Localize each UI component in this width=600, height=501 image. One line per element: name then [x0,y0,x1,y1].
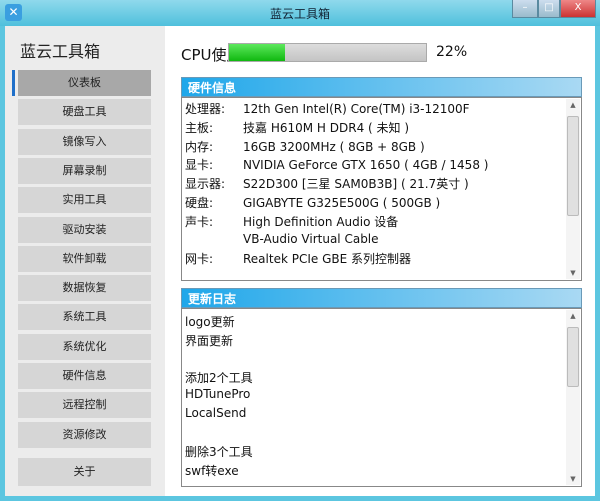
sidebar-item[interactable]: 数据恢复 [18,275,151,302]
hardware-row: 网卡: Realtek PCIe GBE 系列控制器 [185,250,411,267]
hardware-value: Realtek PCIe GBE 系列控制器 [243,252,412,267]
sidebar-item[interactable]: 仪表板 [18,70,151,96]
sidebar-item[interactable]: 驱动安装 [18,216,151,243]
hardware-value: S22D300 [三星 SAM0B3B] ( 21.7英寸 ) [243,177,469,192]
sidebar-item[interactable]: 屏幕录制 [18,157,151,184]
changelog-header: 更新日志 [181,288,582,308]
minimize-button[interactable]: – [512,0,538,18]
hardware-value: 技嘉 H610M H DDR4 ( 未知 ) [243,120,410,135]
hardware-header: 硬件信息 [181,77,582,97]
hardware-key: 内存: [185,139,214,154]
scroll-thumb[interactable] [567,327,579,387]
sidebar-item[interactable]: 系统优化 [18,333,151,360]
hardware-row: 处理器: 12th Gen Intel(R) Core(TM) i3-12100F [185,100,470,117]
scroll-up-icon[interactable]: ▲ [566,312,580,320]
changelog-line: swf转exe [185,463,239,478]
hardware-key: 声卡: [185,214,214,229]
sidebar-item[interactable]: 资源修改 [18,421,151,448]
changelog-line: logo更新 [185,315,235,329]
sidebar-item[interactable]: 远程控制 [18,392,151,419]
hardware-key: 显示器: [185,177,226,192]
hardware-row: 硬盘: GIGABYTE G325E500G ( 500GB ) [185,194,440,211]
hardware-key: 处理器: [185,102,226,116]
sidebar-item[interactable]: 系统工具 [18,304,151,331]
hardware-row: 内存: 16GB 3200MHz ( 8GB + 8GB ) [185,138,425,155]
hardware-key: 硬盘: [185,196,214,210]
hardware-value: 12th Gen Intel(R) Core(TM) i3-12100F [243,102,470,116]
maximize-button[interactable]: □ [538,0,560,18]
title-bar: ✕ 蓝云工具箱 – □ X [0,0,600,26]
scroll-thumb[interactable] [567,116,579,216]
hardware-row: 显示器: S22D300 [三星 SAM0B3B] ( 21.7英寸 ) [185,175,469,192]
hardware-value: 16GB 3200MHz ( 8GB + 8GB ) [243,139,425,154]
hardware-key: 显卡: [185,158,214,173]
hardware-row: 主板: 技嘉 H610M H DDR4 ( 未知 ) [185,119,409,136]
changelog-line: HDTunePro [185,387,251,402]
changelog-line: 界面更新 [185,333,234,348]
active-indicator [12,70,15,96]
changelog-scrollbar[interactable]: ▲ ▼ [566,310,580,485]
close-button[interactable]: X [560,0,596,18]
hardware-row: VB-Audio Virtual Cable [185,232,379,246]
hardware-key: 网卡: [185,252,214,267]
hardware-value: High Definition Audio 设备 [243,214,399,229]
scroll-down-icon[interactable]: ▼ [566,269,580,277]
hardware-row: 声卡: High Definition Audio 设备 [185,213,398,230]
sidebar-item[interactable]: 实用工具 [18,187,151,214]
window-title: 蓝云工具箱 [269,7,330,21]
hardware-key: 主板: [185,120,214,135]
sidebar: 蓝云工具箱 仪表板硬盘工具 镜像写入 屏幕录制实用工具 驱动安装 软件卸载数据恢复 系统工… [5,26,165,496]
cpu-progress-fill [229,44,286,61]
changelog-line: 添加2个工具 [185,370,253,385]
changelog-box[interactable]: logo更新 界面更新添加2个工具 HDTunePro LocalSend 删除3个工具… [181,308,582,487]
changelog-line: 删除3个工具 [185,445,253,460]
changelog-line: LocalSend [185,406,247,420]
sidebar-item[interactable]: 硬件信息 [18,363,151,389]
hardware-value: GIGABYTE G325E500G ( 500GB ) [243,196,441,210]
scroll-up-icon[interactable]: ▲ [566,101,580,109]
sidebar-brand: 蓝云工具箱 [20,42,101,61]
cpu-progress-bar [228,43,427,62]
hardware-info-box[interactable]: 处理器: 12th Gen Intel(R) Core(TM) i3-12100F… [181,97,582,281]
sidebar-item[interactable]: 镜像写入 [18,128,151,155]
cpu-percent: 22% [436,44,468,60]
sidebar-item[interactable]: 硬盘工具 [18,99,151,126]
window-client: 蓝云工具箱 仪表板硬盘工具 镜像写入 屏幕录制实用工具 驱动安装 软件卸载数据恢复 系统工… [5,26,595,496]
about-button[interactable]: 关于 [18,458,151,486]
scroll-down-icon[interactable]: ▼ [566,475,580,483]
sidebar-item[interactable]: 软件卸载 [18,245,151,272]
hardware-row: 显卡: NVIDIA GeForce GTX 1650 ( 4GB / 1458 … [185,156,488,173]
hardware-value: NVIDIA GeForce GTX 1650 ( 4GB / 1458 ) [243,158,489,173]
hardware-scrollbar[interactable]: ▲ ▼ [566,99,580,279]
hardware-value: VB-Audio Virtual Cable [243,231,379,246]
